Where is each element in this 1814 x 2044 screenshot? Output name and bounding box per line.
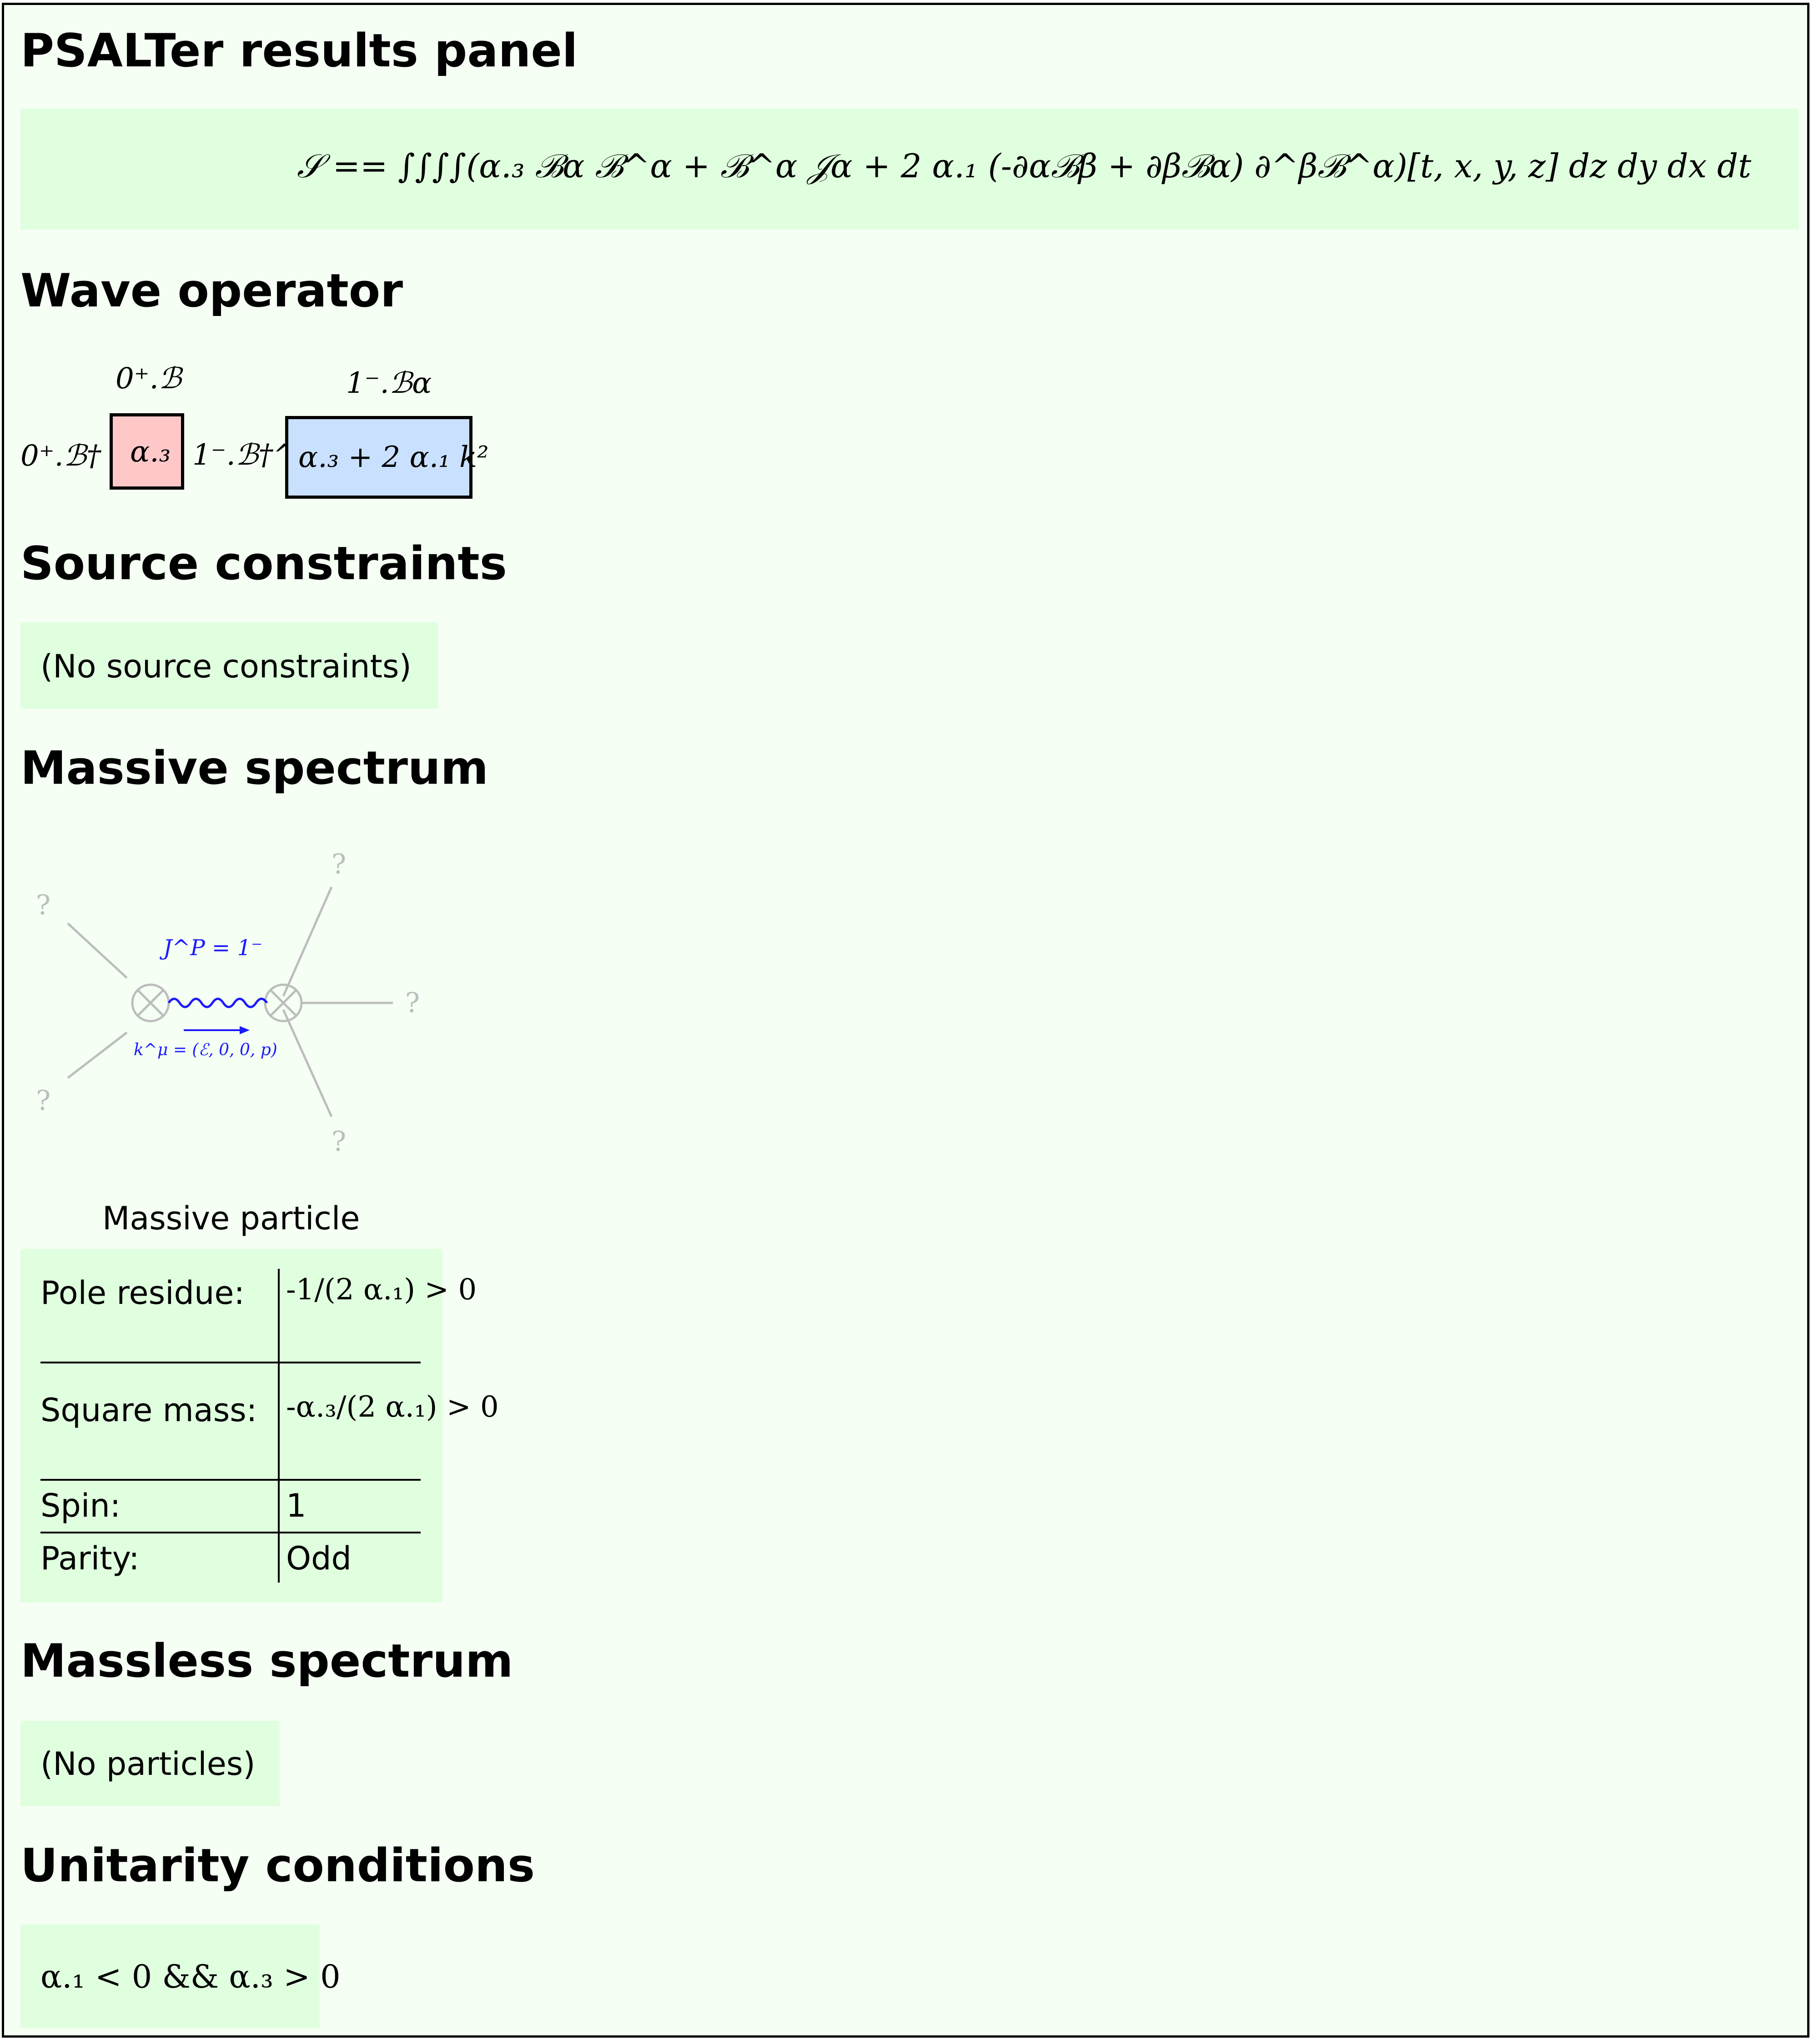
source-constraints-panel: (No source constraints)	[20, 622, 438, 709]
momentum-label: k^μ = (ℰ, 0, 0, p)	[134, 1041, 277, 1059]
action-integrand: ∫∫∫∫(α.₃ ℬα ℬ^α + ℬ^α 𝒥α + 2 α.₁ (-∂αℬβ …	[398, 147, 1752, 185]
unitarity-text: α.₁ < 0 && α.₃ > 0	[40, 1958, 341, 1995]
unknown-mark-upper-right: ?	[332, 848, 346, 880]
action-panel: 𝒮 == ∫∫∫∫(α.₃ ℬα ℬ^α + ℬ^α 𝒥α + 2 α.₁ (-…	[20, 109, 1799, 230]
parity-value: Odd	[286, 1540, 352, 1577]
leg-lower-left	[67, 1032, 128, 1079]
spin-value: 1	[286, 1487, 307, 1524]
external-legs	[67, 886, 393, 1117]
unitarity-panel: α.₁ < 0 && α.₃ > 0	[20, 1924, 341, 2028]
row-divider-1	[40, 1362, 421, 1363]
leg-upper-left	[67, 922, 128, 979]
results-panel-frame: PSALTer results panel 𝒮 == ∫∫∫∫(α.₃ ℬα ℬ…	[2, 3, 1809, 2038]
wave-op-1minus-matrix-cell: α.₃ + 2 α.₁ k²	[285, 416, 489, 499]
massive-spectrum-heading: Massive spectrum	[20, 741, 489, 795]
pole-residue-value: -1/(2 α.₁) > 0	[286, 1273, 477, 1307]
wave-op-0plus-column-label: 0⁺.ℬ	[116, 362, 182, 396]
wave-op-0plus-row-label: 0⁺.ℬ†	[20, 439, 101, 473]
leg-lower-right	[282, 1009, 333, 1117]
source-constraints-text: (No source constraints)	[40, 648, 412, 685]
unknown-mark-right: ?	[405, 987, 420, 1019]
square-mass-value: -α.₃/(2 α.₁) > 0	[286, 1390, 499, 1424]
jp-label: J^P = 1⁻	[159, 935, 262, 961]
massive-particle-title: Massive particle	[102, 1200, 360, 1237]
unknown-mark-lower-left: ?	[36, 1085, 50, 1117]
parity-label: Parity:	[40, 1540, 140, 1577]
wave-op-1minus-entry: α.₃ + 2 α.₁ k²	[298, 441, 489, 474]
pole-residue-label: Pole residue:	[40, 1274, 245, 1312]
massive-particle-panel: Pole residue: -1/(2 α.₁) > 0 Square mass…	[20, 1249, 499, 1603]
spin-label: Spin:	[40, 1487, 121, 1524]
unknown-mark-lower-right: ?	[332, 1126, 346, 1157]
action-formula: 𝒮 == ∫∫∫∫(α.₃ ℬα ℬ^α + ℬ^α 𝒥α + 2 α.₁ (-…	[297, 150, 1751, 182]
table-column-divider	[278, 1269, 280, 1583]
row-divider-3	[40, 1532, 421, 1533]
leg-upper-right	[282, 886, 333, 997]
wavy-propagator	[167, 997, 268, 1008]
panel-title: PSALTer results panel	[20, 24, 578, 77]
massless-spectrum-heading: Massless spectrum	[20, 1634, 513, 1688]
massless-text: (No particles)	[40, 1745, 256, 1783]
source-constraints-heading: Source constraints	[20, 536, 507, 590]
action-lhs: 𝒮 ==	[297, 147, 388, 185]
unknown-mark-upper-left: ?	[36, 889, 50, 921]
wave-op-0plus-matrix-cell: α.₃	[110, 413, 184, 490]
unitarity-conditions-heading: Unitarity conditions	[20, 1839, 535, 1892]
wave-op-0plus-entry: α.₃	[130, 435, 171, 469]
momentum-arrow-head	[240, 1026, 250, 1034]
wave-op-1minus-column-label: 1⁻.ℬα	[346, 366, 432, 400]
row-divider-2	[40, 1479, 421, 1481]
wave-operator-heading: Wave operator	[20, 264, 403, 317]
square-mass-label: Square mass:	[40, 1392, 257, 1429]
feynman-diagram: ? ? ? ? ? J^P = 1⁻ k^μ = (ℰ, 0, 0, p)	[36, 848, 420, 1157]
massless-panel: (No particles)	[20, 1721, 280, 1806]
